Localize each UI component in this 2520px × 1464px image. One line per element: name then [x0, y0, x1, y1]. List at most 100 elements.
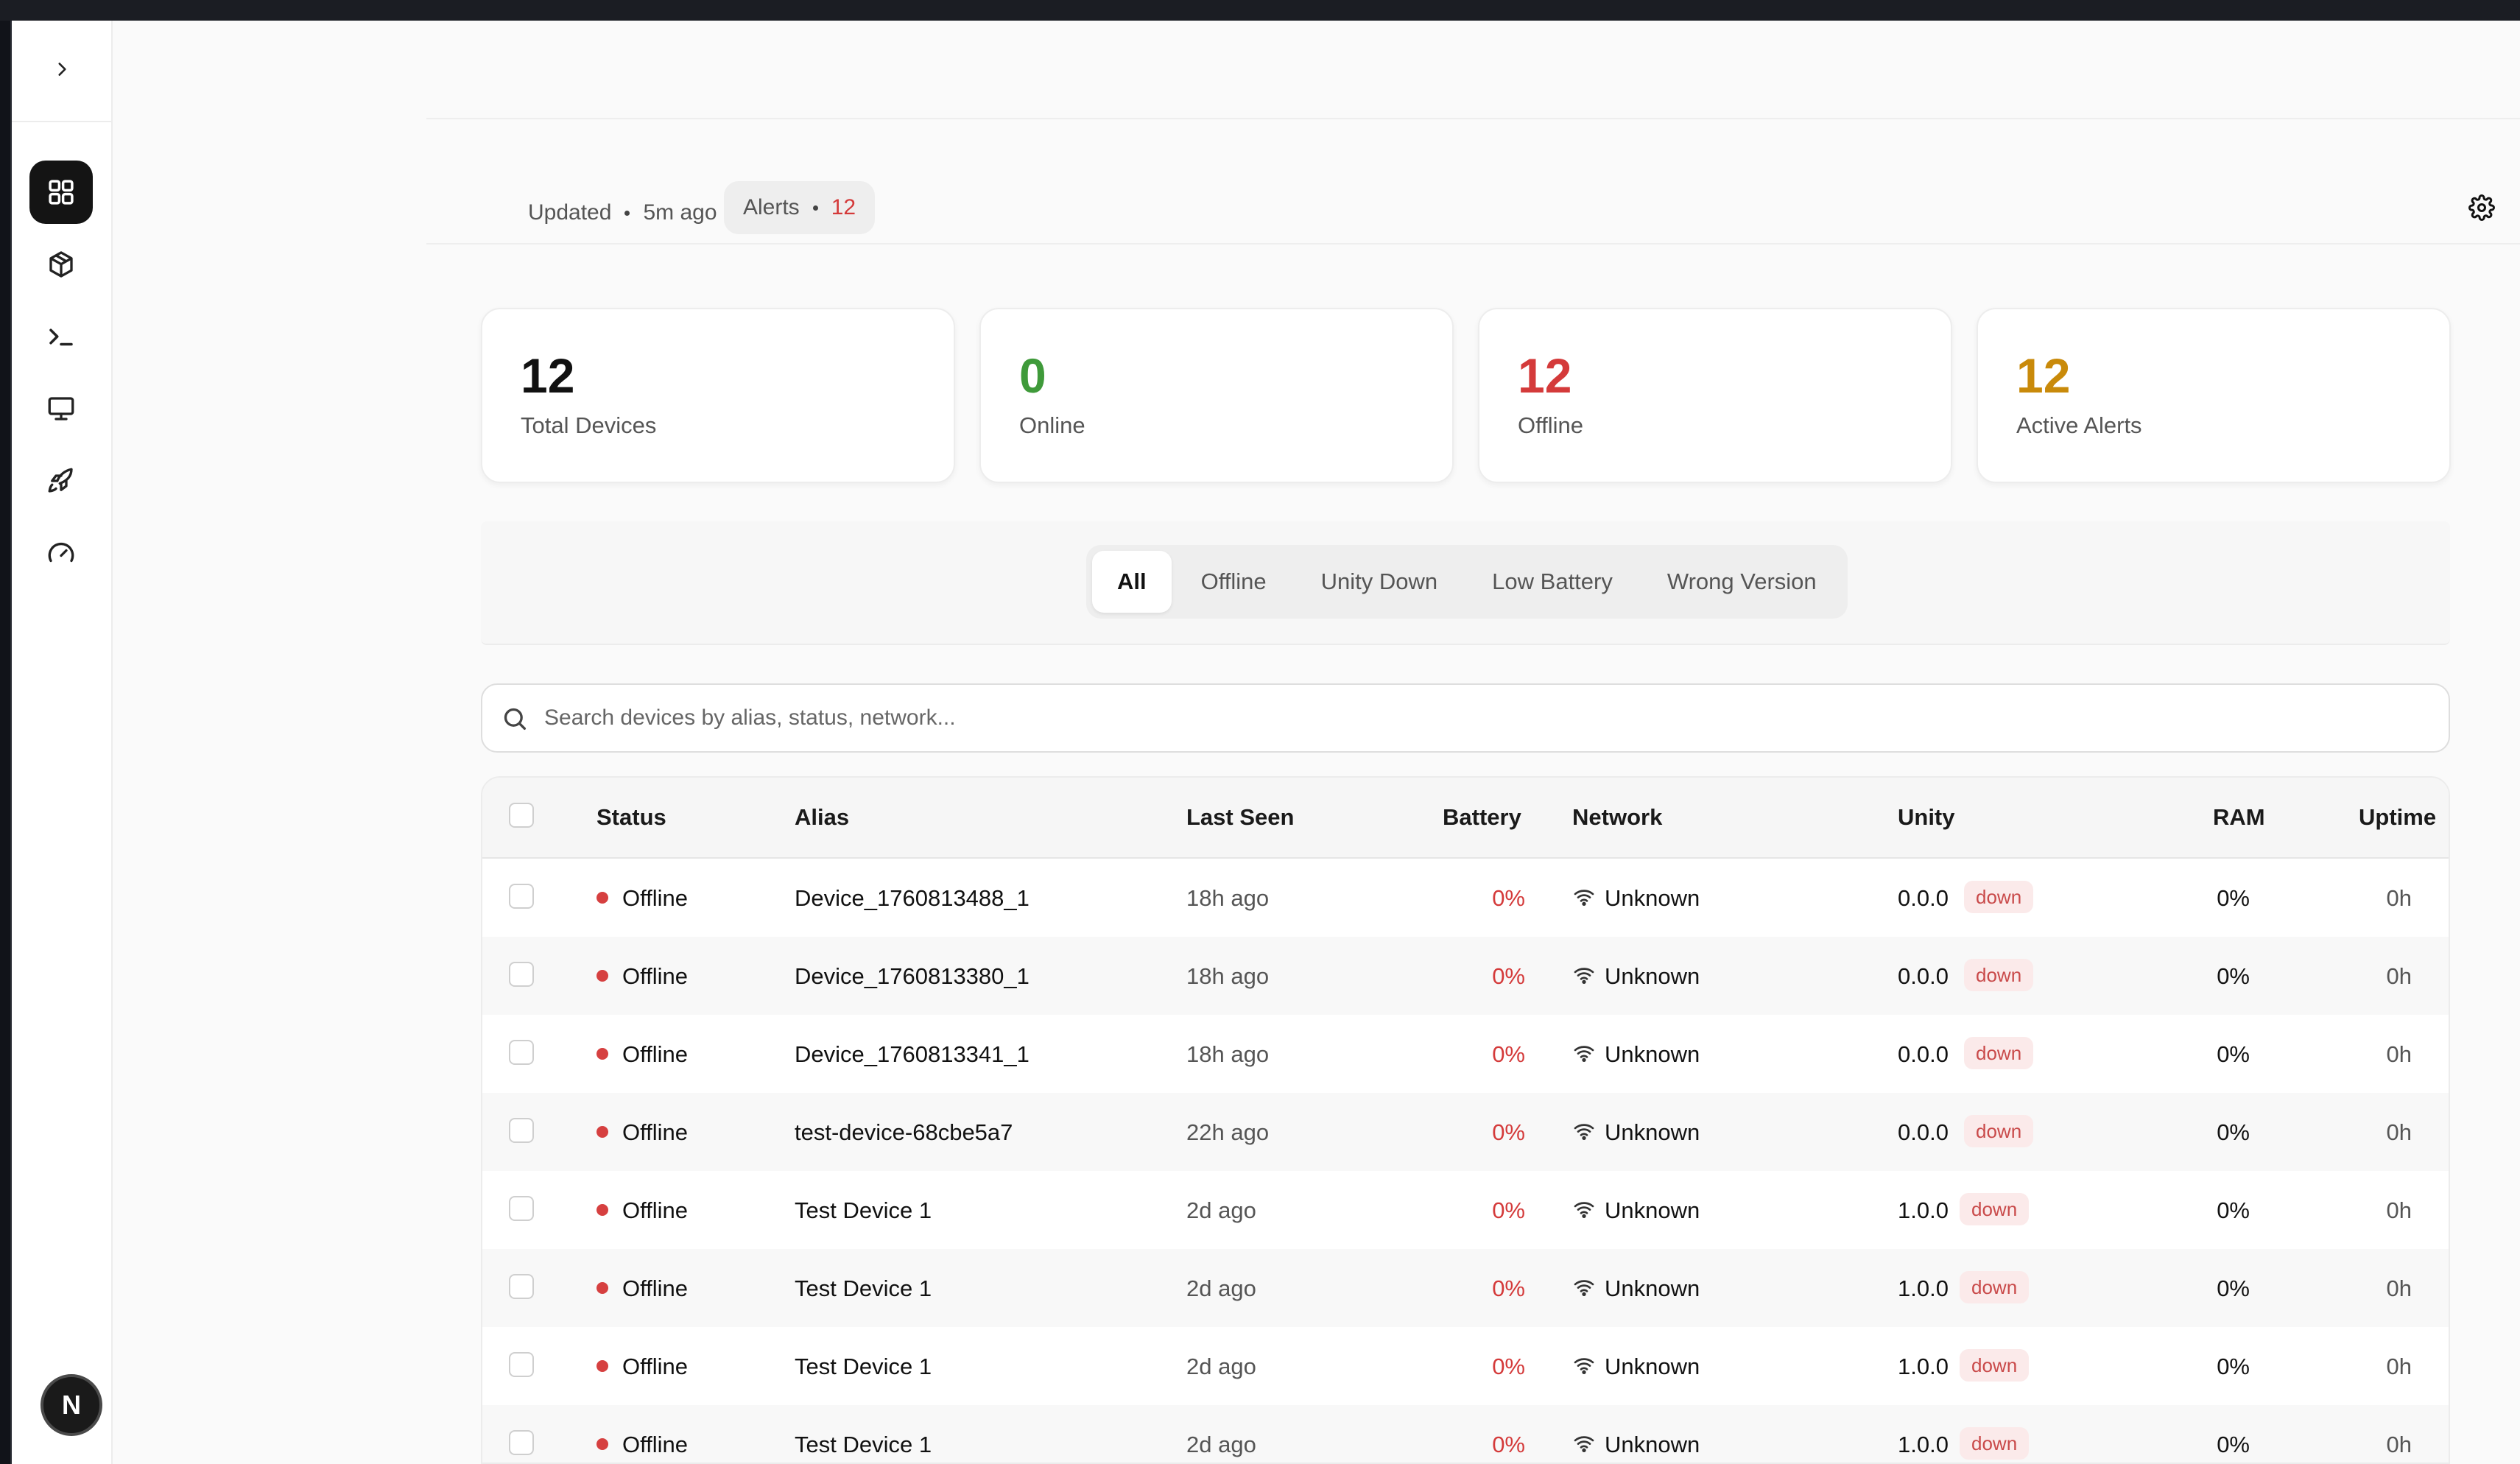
network-name: Unknown — [1605, 1354, 1700, 1379]
column-header-battery[interactable]: Battery — [1443, 804, 1521, 831]
device-alias[interactable]: Device_1760813488_1 — [795, 885, 1030, 912]
row-checkbox[interactable] — [509, 1040, 534, 1065]
updated-label: Updated — [528, 200, 612, 225]
row-checkbox[interactable] — [509, 1196, 534, 1221]
table-row[interactable]: Offline Device_1760813380_1 18h ago 0% Unkno… — [482, 937, 2449, 1015]
column-header-alias[interactable]: Alias — [795, 804, 849, 831]
last-seen: 2d ago — [1186, 1354, 1256, 1379]
table-row[interactable]: Offline Device_1760813488_1 18h ago 0% Unkno… — [482, 859, 2449, 937]
package-box-icon — [49, 251, 73, 278]
sidebar-item-devices[interactable] — [29, 377, 93, 440]
network-name: Unknown — [1605, 1275, 1700, 1301]
device-alias[interactable]: Test Device 1 — [795, 1354, 932, 1380]
alerts-count: 12 — [831, 195, 856, 219]
filter-tab-offline[interactable]: Offline — [1176, 551, 1292, 613]
row-checkbox[interactable] — [509, 1274, 534, 1299]
table-row[interactable]: Offline Device_1760813341_1 18h ago 0% Unkno… — [482, 1015, 2449, 1093]
network-name: Unknown — [1605, 963, 1700, 989]
network-name: Unknown — [1605, 885, 1700, 911]
monitor-icon — [48, 397, 74, 420]
last-seen: 2d ago — [1186, 1432, 1256, 1457]
user-avatar[interactable]: N — [41, 1374, 102, 1436]
ram-usage: 0% — [2217, 963, 2250, 989]
last-seen: 2d ago — [1186, 1197, 1256, 1223]
table-row[interactable]: Offline Test Device 1 2d ago 0% Unknown 1.0.0… — [482, 1327, 2449, 1405]
search-icon — [504, 708, 526, 730]
status-text: Offline — [622, 963, 689, 989]
filter-tab-unity-down[interactable]: Unity Down — [1296, 551, 1463, 613]
column-header-last-seen[interactable]: Last Seen — [1186, 804, 1294, 831]
status-dot — [596, 1282, 608, 1294]
select-all-checkbox[interactable] — [509, 803, 534, 828]
column-header-unity[interactable]: Unity — [1898, 804, 1955, 831]
sidebar-toggle-button[interactable] — [46, 53, 78, 85]
wifi-icon — [1572, 963, 1596, 987]
status-text: Offline — [622, 1432, 689, 1457]
column-header-network[interactable]: Network — [1572, 804, 1662, 831]
status-dot — [596, 1438, 608, 1450]
search-input[interactable] — [544, 685, 2429, 751]
terminal-icon — [49, 328, 73, 346]
wifi-icon — [1572, 885, 1596, 909]
column-header-ram[interactable]: RAM — [2213, 804, 2265, 831]
battery-level: 0% — [1492, 885, 1525, 911]
status-dot — [596, 892, 608, 904]
status-dot — [596, 1126, 608, 1138]
info-bar: Updated 5m ago Alerts 12 — [426, 119, 2520, 244]
row-checkbox[interactable] — [509, 884, 534, 909]
uptime: 0h — [2386, 1119, 2412, 1145]
filter-tab-wrong-version[interactable]: Wrong Version — [1642, 551, 1842, 613]
battery-level: 0% — [1492, 1119, 1525, 1145]
table-row[interactable]: Offline test-device-68cbe5a7 22h ago 0% Unkn… — [482, 1093, 2449, 1171]
ram-usage: 0% — [2217, 1041, 2250, 1067]
device-alias[interactable]: Test Device 1 — [795, 1275, 932, 1302]
ram-usage: 0% — [2217, 1432, 2250, 1457]
stat-label: Offline — [1518, 412, 1584, 438]
unity-status-badge: down — [1964, 1115, 2034, 1147]
stat-value: 12 — [521, 348, 575, 403]
network-name: Unknown — [1605, 1041, 1700, 1067]
alerts-chip[interactable]: Alerts 12 — [724, 181, 876, 234]
ram-usage: 0% — [2217, 1275, 2250, 1301]
network-name: Unknown — [1605, 1432, 1700, 1457]
device-alias[interactable]: Test Device 1 — [795, 1432, 932, 1458]
page-header-area — [426, 21, 2520, 119]
device-alias[interactable]: Device_1760813341_1 — [795, 1041, 1030, 1068]
unity-status-badge: down — [1960, 1271, 2030, 1303]
row-checkbox[interactable] — [509, 962, 534, 987]
row-checkbox[interactable] — [509, 1430, 534, 1455]
sidebar-item-dashboard[interactable] — [29, 161, 93, 224]
stat-card-active-alerts: 12 Active Alerts — [1977, 308, 2451, 483]
uptime: 0h — [2386, 1041, 2412, 1067]
table-row[interactable]: Offline Test Device 1 2d ago 0% Unknown 1.0.0… — [482, 1249, 2449, 1327]
sidebar-item-deployments[interactable] — [29, 449, 93, 513]
settings-button[interactable] — [2466, 191, 2498, 224]
device-alias[interactable]: Test Device 1 — [795, 1197, 932, 1224]
last-seen: 18h ago — [1186, 963, 1270, 989]
sidebar-item-performance[interactable] — [29, 521, 93, 585]
device-alias[interactable]: Device_1760813380_1 — [795, 963, 1030, 990]
stat-label: Total Devices — [521, 412, 657, 438]
row-checkbox[interactable] — [509, 1118, 534, 1143]
filter-tab-low-battery[interactable]: Low Battery — [1467, 551, 1638, 613]
wifi-icon — [1572, 1432, 1596, 1455]
battery-level: 0% — [1492, 1197, 1525, 1223]
sidebar-item-terminal[interactable] — [29, 305, 93, 368]
device-alias[interactable]: test-device-68cbe5a7 — [795, 1119, 1013, 1146]
chevron-right-icon — [58, 63, 66, 76]
uptime: 0h — [2386, 1432, 2412, 1457]
battery-level: 0% — [1492, 1354, 1525, 1379]
sidebar-item-packages[interactable] — [29, 233, 93, 296]
column-header-status[interactable]: Status — [596, 804, 666, 831]
unity-version: 0.0.0 — [1898, 1119, 1949, 1145]
filter-tab-all[interactable]: All — [1092, 551, 1172, 613]
column-header-uptime[interactable]: Uptime — [2359, 804, 2436, 831]
row-checkbox[interactable] — [509, 1352, 534, 1377]
wifi-icon — [1572, 1197, 1596, 1221]
battery-level: 0% — [1492, 1275, 1525, 1301]
table-row[interactable]: Offline Test Device 1 2d ago 0% Unknown 1.0.0… — [482, 1171, 2449, 1249]
battery-level: 0% — [1492, 1041, 1525, 1067]
uptime: 0h — [2386, 1354, 2412, 1379]
status-dot — [596, 1048, 608, 1060]
table-row[interactable]: Offline Test Device 1 2d ago 0% Unknown 1.0.0… — [482, 1405, 2449, 1463]
